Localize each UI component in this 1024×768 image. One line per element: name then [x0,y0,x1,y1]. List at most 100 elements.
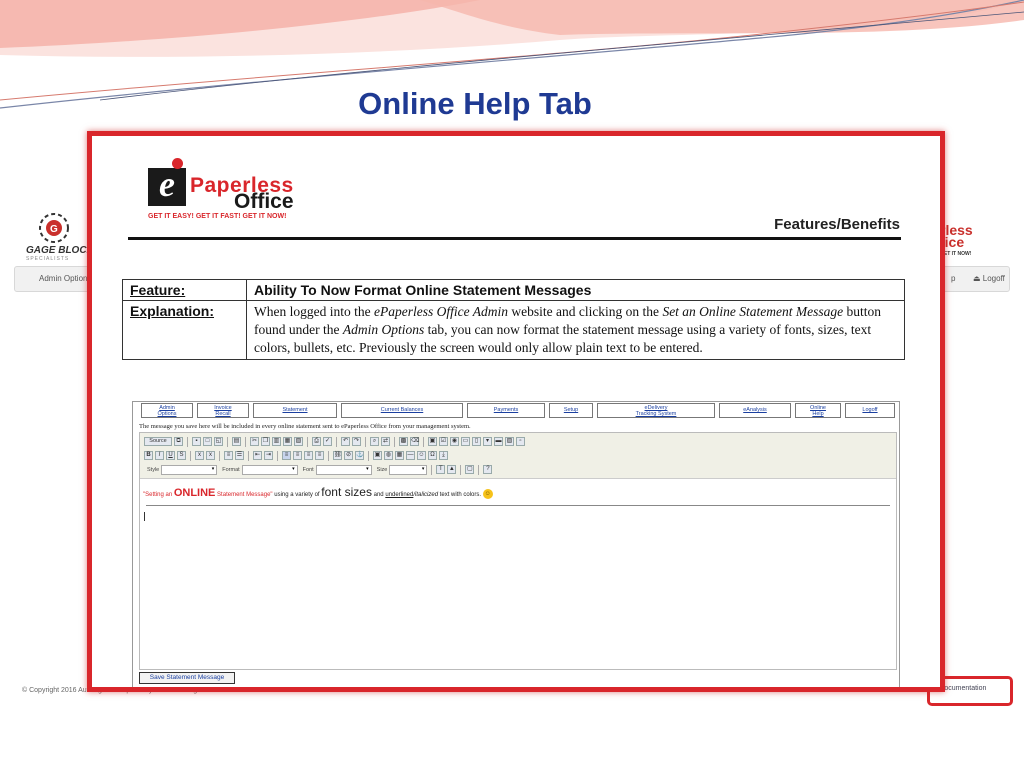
tab-current-balances[interactable]: Current Balances [341,403,463,418]
textfield-icon[interactable]: ▭ [461,437,470,446]
format-select[interactable]: ▾ [241,464,298,475]
tab-eanalysis[interactable]: eAnalysis [719,403,791,418]
table-icon[interactable]: ▦ [395,451,404,460]
preview-icon[interactable]: ◱ [214,437,223,446]
preview-underlined: underlined [385,492,414,498]
undo-icon[interactable]: ↶ [341,437,350,446]
tab-logoff[interactable]: Logoff [845,403,895,418]
tab-invoice-recall[interactable]: Invoice Recall [197,403,249,418]
rich-text-editor[interactable]: Source ⧉ ▪ □ ◱ ▤ ✂ ❐ ▥ ▦ ▧ ⎙ ✓ ↶ ↷ ⌕ ⇄ ▩… [139,432,897,670]
horizontal-rule-icon[interactable]: — [406,451,415,460]
strikethrough-icon[interactable]: S [177,451,186,460]
unlink-icon[interactable]: ⊘ [344,451,353,460]
smiley-icon[interactable]: ☺ [417,451,426,460]
print-icon[interactable]: ⎙ [312,437,321,446]
source-button[interactable]: Source [144,437,172,446]
gage-block-logo-sub: SPECIALISTS [26,256,70,262]
justify-icon[interactable]: ≡ [315,451,324,460]
editor-divider [146,505,890,506]
text-color-icon[interactable]: T [436,465,446,474]
remove-format-icon[interactable]: ⌫ [410,437,419,446]
preview-italicized: /italicized [413,492,439,498]
button-icon[interactable]: ▬ [494,437,503,446]
align-right-icon[interactable]: ≡ [304,451,313,460]
find-icon[interactable]: ⌕ [370,437,379,446]
hidden-field-icon[interactable]: ▫ [516,437,525,446]
superscript-icon[interactable]: x [206,451,215,460]
underline-icon[interactable]: U [166,451,175,460]
logo-dot-icon [172,158,183,169]
section-heading: Features/Benefits [774,216,900,233]
toolbar-separator [365,436,366,447]
paste-word-icon[interactable]: ▧ [294,437,303,446]
new-page-icon[interactable]: □ [203,437,212,446]
select-icon[interactable]: ▾ [483,437,492,446]
flash-icon[interactable]: ◍ [384,451,393,460]
toolbar-separator [248,450,249,461]
logo-tagline: GET IT EASY! GET IT FAST! GET IT NOW! [148,213,287,220]
style-label: Style [147,466,160,473]
about-icon[interactable]: ? [483,465,493,474]
align-center-icon[interactable]: ≡ [293,451,302,460]
logoff-link[interactable]: ⏏ Logoff [973,274,1005,283]
admin-options-link[interactable]: Admin Options [39,274,91,283]
template-icon[interactable]: ▤ [232,437,241,446]
slide-title: Online Help Tab [358,86,592,121]
size-select[interactable]: ▾ [389,464,428,475]
redo-icon[interactable]: ↷ [352,437,361,446]
special-char-icon[interactable]: Ω [428,451,437,460]
replace-icon[interactable]: ⇄ [381,437,390,446]
align-left-icon[interactable]: ≡ [282,451,291,460]
heading-rule [128,237,901,240]
toolbar-separator [478,464,480,475]
toolbar-separator [336,436,337,447]
font-label: Font [302,466,314,473]
tab-setup[interactable]: Setup [549,403,593,418]
cut-icon[interactable]: ✂ [250,437,259,446]
indent-icon[interactable]: ⇥ [264,451,273,460]
select-all-icon[interactable]: ▩ [399,437,408,446]
nav-partial-item[interactable]: p [951,274,955,283]
bulleted-list-icon[interactable]: ☰ [235,451,244,460]
maximize-icon[interactable]: ▢ [465,465,475,474]
tab-admin-options[interactable]: Admin Options [141,403,193,418]
tab-payments[interactable]: Payments [467,403,545,418]
numbered-list-icon[interactable]: ≡ [224,451,233,460]
tab-sublabel: Help [812,411,824,417]
outdent-icon[interactable]: ⇤ [253,451,262,460]
copy-icon[interactable]: ⧉ [174,437,183,446]
explanation-part: When logged into the [254,304,374,319]
style-select[interactable]: ▾ [161,464,218,475]
explanation-emphasis: Admin Options [342,322,425,337]
bold-icon[interactable]: B [144,451,153,460]
font-select[interactable]: ▾ [315,464,372,475]
radio-icon[interactable]: ◉ [450,437,459,446]
toolbar-row-2: B I U S x x ≡ ☰ ⇤ ⇥ ≡ ≡ ≡ ≡ ⛓ ⊘ ⚓ ▣ ◍ ▦ … [144,449,448,462]
tab-statement[interactable]: Statement [253,403,337,418]
toolbar-separator [187,436,188,447]
background-color-icon[interactable]: ▲ [447,465,457,474]
subscript-icon[interactable]: x [195,451,204,460]
tab-edelivery[interactable]: eDelivery Tracking System [597,403,715,418]
save-icon[interactable]: ▪ [192,437,201,446]
tab-online-help[interactable]: Online Help [795,403,841,418]
link-icon[interactable]: ⛓ [333,451,342,460]
spellcheck-icon[interactable]: ✓ [323,437,332,446]
image-icon[interactable]: ▣ [373,451,382,460]
page-break-icon[interactable]: ⤓ [439,451,448,460]
toolbar-separator [460,464,462,475]
save-statement-message-button[interactable]: Save Statement Message [139,672,235,684]
paste-text-icon[interactable]: ▦ [283,437,292,446]
textarea-icon[interactable]: ▯ [472,437,481,446]
italic-icon[interactable]: I [155,451,164,460]
epaperless-e-icon: e [148,166,186,206]
paste-icon[interactable]: ▥ [272,437,281,446]
image-button-icon[interactable]: ▨ [505,437,514,446]
toolbar-separator [328,450,329,461]
checkbox-icon[interactable]: ☑ [439,437,448,446]
logoff-icon: ⏏ [973,274,983,283]
copy-text-icon[interactable]: ❐ [261,437,270,446]
form-icon[interactable]: ▣ [428,437,437,446]
anchor-icon[interactable]: ⚓ [355,451,364,460]
toolbar-separator [277,450,278,461]
